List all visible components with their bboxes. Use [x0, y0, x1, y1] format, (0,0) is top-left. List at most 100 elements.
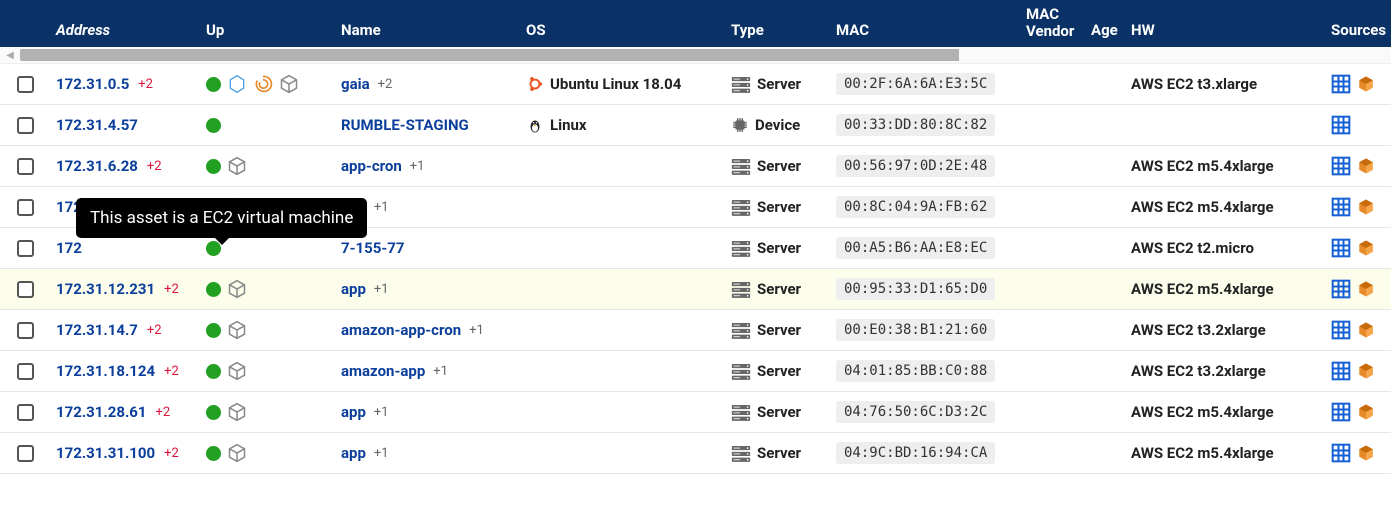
address-link[interactable]: 172.31.28.61 [56, 403, 147, 421]
row-checkbox[interactable] [17, 363, 34, 380]
scan-source-icon[interactable] [1331, 115, 1351, 135]
address-link[interactable]: 172.31.14.7 [56, 321, 138, 339]
cube-icon [279, 74, 299, 94]
server-icon [731, 445, 751, 462]
name-link[interactable]: amazon-app [341, 362, 425, 380]
row-checkbox[interactable] [17, 281, 34, 298]
type-label: Server [757, 198, 801, 216]
aws-source-icon[interactable] [1357, 74, 1375, 94]
mac-address: 00:33:DD:80:8C:82 [836, 114, 995, 136]
aws-source-icon[interactable] [1357, 156, 1375, 176]
table-row[interactable]: 172.31.12.231+2app+1Server00:95:33:D1:65… [0, 269, 1391, 310]
header-hw[interactable]: HW [1125, 21, 1325, 39]
status-dot-icon [206, 446, 221, 461]
row-checkbox[interactable] [17, 117, 34, 134]
address-extra-count: +2 [156, 405, 171, 420]
header-age[interactable]: Age [1085, 21, 1125, 39]
type-label: Server [757, 362, 801, 380]
header-vendor-bot[interactable]: Vendor [1026, 23, 1079, 40]
device-icon [731, 116, 749, 134]
aws-source-icon[interactable] [1357, 238, 1375, 258]
type-label: Server [757, 321, 801, 339]
address-link[interactable]: 172.31.31.100 [56, 444, 155, 462]
table-row[interactable]: 172.31.31.100+2app+1Server04:9C:BD:16:94… [0, 433, 1391, 474]
name-extra-count: +1 [433, 364, 448, 379]
scan-source-icon[interactable] [1331, 443, 1351, 463]
scan-source-icon[interactable] [1331, 279, 1351, 299]
table-row[interactable]: 172.31.0.5+2gaia+2Ubuntu Linux 18.04Serv… [0, 64, 1391, 105]
address-link[interactable]: 172.31.12.231 [56, 280, 155, 298]
row-checkbox[interactable] [17, 158, 34, 175]
scroll-left-icon[interactable]: ◀ [0, 47, 20, 64]
row-checkbox[interactable] [17, 404, 34, 421]
address-link[interactable]: 172.31.6.28 [56, 157, 138, 175]
header-os[interactable]: OS [520, 21, 725, 39]
header-mac[interactable]: MAC [830, 21, 1020, 39]
scan-source-icon[interactable] [1331, 361, 1351, 381]
type-label: Server [757, 444, 801, 462]
status-dot-icon [206, 77, 221, 92]
name-link[interactable]: 7-155-77 [341, 239, 404, 257]
name-link[interactable]: app [341, 403, 366, 421]
row-checkbox[interactable] [17, 322, 34, 339]
row-checkbox[interactable] [17, 199, 34, 216]
status-dot-icon [206, 364, 221, 379]
table-row[interactable]: 172.31.4.57RUMBLE-STAGINGLinuxDevice00:3… [0, 105, 1391, 146]
hex-icon [227, 74, 247, 94]
name-extra-count: +1 [374, 446, 389, 461]
header-name[interactable]: Name [335, 21, 520, 39]
address-extra-count: +2 [164, 364, 179, 379]
header-vendor-top: MAC [1026, 6, 1079, 23]
address-link[interactable]: 172.31.4.57 [56, 116, 138, 134]
table-row[interactable]: 172.31.28.61+2app+1Server04:76:50:6C:D3:… [0, 392, 1391, 433]
scan-source-icon[interactable] [1331, 320, 1351, 340]
aws-source-icon[interactable] [1357, 197, 1375, 217]
name-link[interactable]: app [341, 444, 366, 462]
table-row[interactable]: 172.31.6.28+2app-cron+1Server00:56:97:0D… [0, 146, 1391, 187]
name-link[interactable]: app [341, 280, 366, 298]
name-extra-count: +2 [378, 77, 393, 92]
address-link[interactable]: 172.31.0.5 [56, 75, 129, 93]
status-dot-icon [206, 118, 221, 133]
horizontal-scrollbar[interactable]: ◀ [0, 47, 1391, 64]
header-up[interactable]: Up [200, 21, 335, 39]
name-link[interactable]: gaia [341, 75, 370, 93]
scan-source-icon[interactable] [1331, 156, 1351, 176]
tooltip: This asset is a EC2 virtual machine [76, 198, 367, 238]
aws-source-icon[interactable] [1357, 279, 1375, 299]
aws-source-icon[interactable] [1357, 361, 1375, 381]
address-extra-count: +2 [147, 323, 162, 338]
mac-address: 00:2F:6A:6A:E3:5C [836, 73, 995, 95]
row-checkbox[interactable] [17, 240, 34, 257]
aws-source-icon[interactable] [1357, 320, 1375, 340]
type-label: Server [757, 403, 801, 421]
row-checkbox[interactable] [17, 445, 34, 462]
header-sources[interactable]: Sources [1325, 21, 1385, 39]
hardware-label: AWS EC2 t3.2xlarge [1131, 362, 1266, 380]
header-address[interactable]: Address [50, 21, 200, 39]
name-link[interactable]: amazon-app-cron [341, 321, 461, 339]
address-link[interactable]: 172.31.18.124 [56, 362, 155, 380]
aws-source-icon[interactable] [1357, 402, 1375, 422]
scan-source-icon[interactable] [1331, 197, 1351, 217]
server-icon [731, 404, 751, 421]
hardware-label: AWS EC2 t2.micro [1131, 239, 1254, 257]
table-row[interactable]: 172.31.18.124 +2 amazon-app +1 Server 04:01:8… [0, 351, 1391, 392]
address-extra-count: +2 [147, 159, 162, 174]
scan-source-icon[interactable] [1331, 74, 1351, 94]
mac-address: 04:01:85:BB:C0:88 [836, 360, 995, 382]
status-dot-icon [206, 405, 221, 420]
server-icon [731, 240, 751, 257]
name-link[interactable]: RUMBLE-STAGING [341, 116, 469, 134]
server-icon [731, 322, 751, 339]
header-type[interactable]: Type [725, 21, 830, 39]
table-row[interactable]: 172.31.14.7+2amazon-app-cron+1Server00:E… [0, 310, 1391, 351]
scan-source-icon[interactable] [1331, 402, 1351, 422]
aws-source-icon[interactable] [1357, 443, 1375, 463]
address-link[interactable]: 172 [56, 239, 82, 257]
row-checkbox[interactable] [17, 76, 34, 93]
name-extra-count: +1 [469, 323, 484, 338]
scan-source-icon[interactable] [1331, 238, 1351, 258]
swirl-icon [253, 74, 273, 94]
name-link[interactable]: app-cron [341, 157, 402, 175]
